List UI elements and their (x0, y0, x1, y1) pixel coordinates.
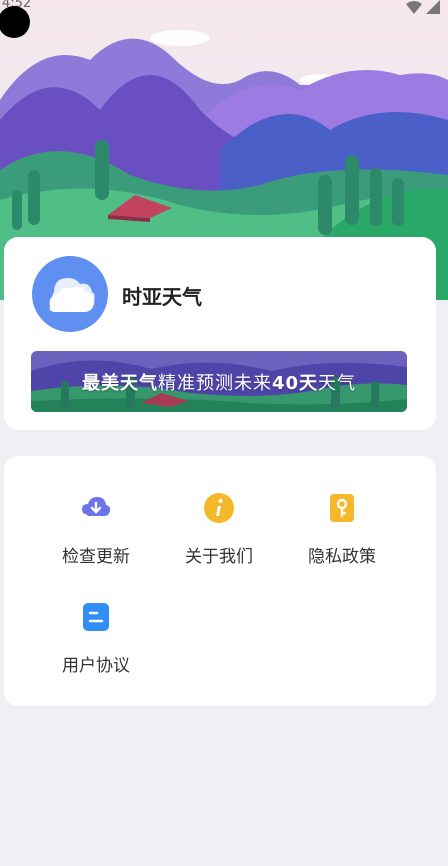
app-name: 时亚天气 (122, 285, 202, 309)
status-icons (404, 0, 444, 20)
menu-item-check-update[interactable]: 检查更新 (36, 492, 156, 567)
menu-item-user-agreement[interactable]: 用户协议 (36, 601, 156, 676)
banner-slogan-part4: 天气 (318, 372, 357, 394)
menu-item-privacy-policy[interactable]: 隐私政策 (282, 492, 402, 567)
info-icon (204, 493, 234, 523)
menu-item-label: 关于我们 (185, 547, 253, 567)
banner-slogan: 最美天气 精准预测未来 40天 天气 (31, 351, 407, 412)
menu-item-about-us[interactable]: 关于我们 (159, 492, 279, 567)
banner-slogan-part1: 最美天气 (81, 372, 158, 394)
cloud-icon (49, 278, 95, 312)
banner-slogan-part2: 精准预测未来 (157, 372, 272, 394)
app-logo (32, 256, 108, 332)
wifi-signal-icon (406, 0, 440, 14)
app-info-card: 时亚天气 最美天气 精准预测未来 40天 天气 (4, 237, 436, 430)
promo-banner[interactable]: 最美天气 精准预测未来 40天 天气 (31, 351, 407, 412)
menu-item-label: 检查更新 (62, 547, 130, 567)
menu-card: 检查更新 关于我们 隐私政策 用户协议 (4, 456, 436, 706)
menu-item-label: 隐私政策 (308, 547, 376, 567)
menu-item-label: 用户协议 (62, 656, 130, 676)
banner-slogan-part3: 40天 (271, 372, 319, 394)
status-bar: 4:52 (0, 0, 448, 18)
cloud-download-icon (82, 497, 111, 516)
agreement-document-icon (83, 603, 109, 631)
lock-document-icon (330, 494, 354, 522)
